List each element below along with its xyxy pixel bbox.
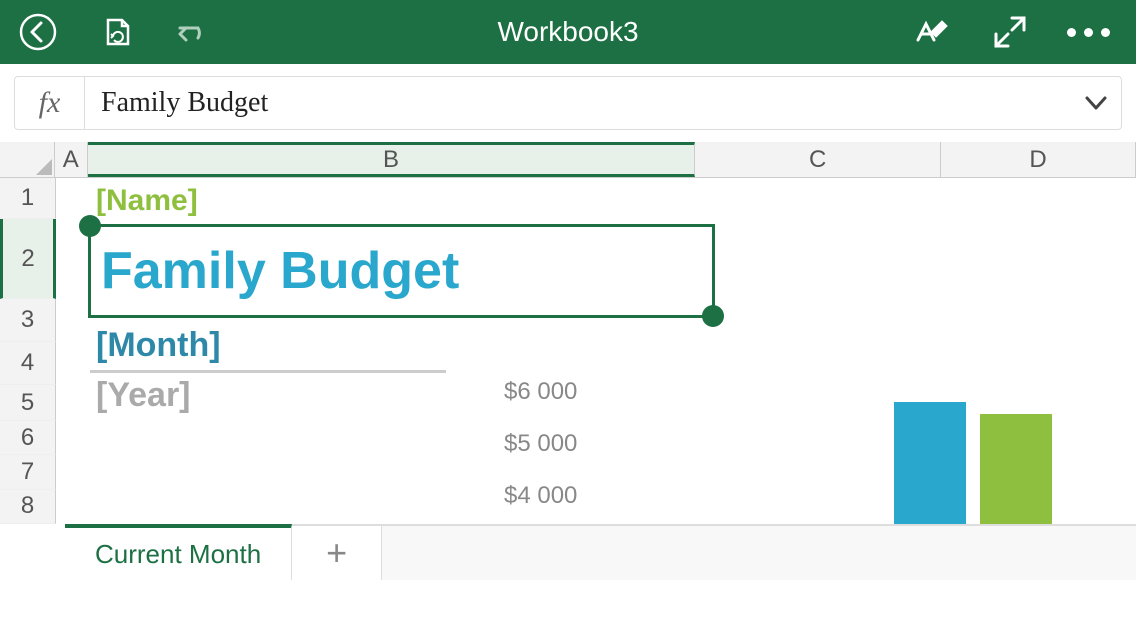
cell-B4-year[interactable]: [Year] bbox=[96, 376, 191, 415]
workbook-title: Workbook3 bbox=[497, 16, 638, 48]
column-header-B[interactable]: B bbox=[88, 142, 695, 177]
row-header-8[interactable]: 8 bbox=[0, 490, 56, 524]
column-header-C[interactable]: C bbox=[695, 142, 941, 177]
ytick-6000: $6 000 bbox=[504, 378, 577, 406]
add-sheet-button[interactable]: + bbox=[292, 525, 382, 580]
ytick-4000: $4 000 bbox=[504, 482, 577, 510]
ytick-5000: $5 000 bbox=[504, 430, 577, 458]
row-headers: 1 2 3 4 5 6 7 8 bbox=[0, 178, 56, 524]
expand-icon[interactable] bbox=[990, 12, 1030, 52]
spreadsheet-grid[interactable]: A B C D 1 2 3 4 5 6 7 8 [Name] Family Bu… bbox=[0, 142, 1136, 580]
column-headers: A B C D bbox=[0, 142, 1136, 178]
formula-bar-container: fx bbox=[0, 64, 1136, 142]
selection-handle-bottom-right[interactable] bbox=[702, 305, 724, 327]
selection-handle-top-left[interactable] bbox=[79, 215, 101, 237]
month-underline bbox=[90, 370, 446, 373]
ellipsis-icon bbox=[1067, 28, 1110, 37]
formula-bar[interactable]: fx bbox=[14, 76, 1122, 130]
row-header-2[interactable]: 2 bbox=[0, 219, 56, 299]
row-header-5[interactable]: 5 bbox=[0, 385, 56, 421]
select-all-corner[interactable] bbox=[0, 142, 55, 177]
formula-expand-button[interactable] bbox=[1071, 90, 1121, 116]
titlebar-right bbox=[912, 12, 1108, 52]
undo-button[interactable] bbox=[174, 12, 214, 52]
fx-label: fx bbox=[15, 77, 85, 129]
sheet-tabs-filler bbox=[382, 526, 1136, 580]
row-header-3[interactable]: 3 bbox=[0, 299, 56, 342]
row-header-4[interactable]: 4 bbox=[0, 342, 56, 385]
style-pen-icon[interactable] bbox=[912, 12, 952, 52]
row-header-7[interactable]: 7 bbox=[0, 455, 56, 489]
row-header-1[interactable]: 1 bbox=[0, 178, 56, 219]
column-header-D[interactable]: D bbox=[941, 142, 1136, 177]
titlebar-left bbox=[18, 12, 214, 52]
cell-B2-title: Family Budget bbox=[101, 241, 459, 301]
cells-area[interactable]: [Name] Family Budget [Month] [Year] $6 0… bbox=[56, 178, 1136, 524]
back-button[interactable] bbox=[18, 12, 58, 52]
cell-B1-name[interactable]: [Name] bbox=[96, 184, 198, 218]
row-header-6[interactable]: 6 bbox=[0, 421, 56, 455]
refresh-file-icon[interactable] bbox=[96, 12, 136, 52]
cell-B3-month[interactable]: [Month] bbox=[96, 326, 221, 365]
column-header-A[interactable]: A bbox=[55, 142, 88, 177]
selected-cell-B2[interactable]: Family Budget bbox=[88, 224, 715, 318]
formula-input[interactable] bbox=[85, 87, 1071, 119]
sheet-tab-current-month[interactable]: Current Month bbox=[65, 524, 292, 580]
more-menu-button[interactable] bbox=[1068, 12, 1108, 52]
sheet-tabs: Current Month + bbox=[65, 524, 1136, 580]
titlebar: Workbook3 bbox=[0, 0, 1136, 64]
